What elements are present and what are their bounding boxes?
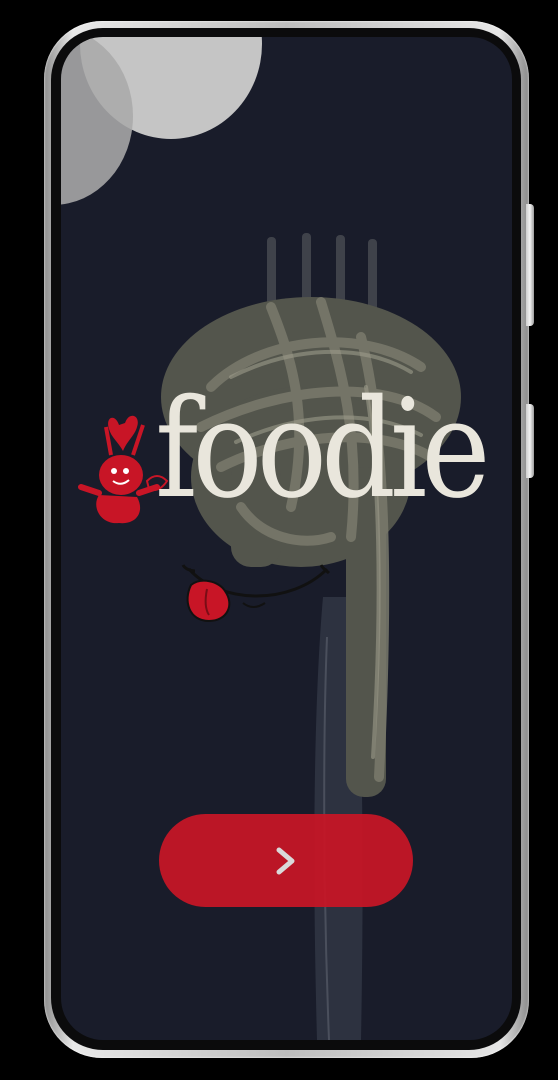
power-button bbox=[526, 204, 534, 326]
brand-logo-text: foodie bbox=[155, 371, 491, 529]
splash-screen: foodie bbox=[61, 37, 512, 1040]
next-button[interactable] bbox=[159, 814, 413, 907]
volume-button bbox=[526, 404, 534, 478]
chevron-right-icon bbox=[276, 847, 295, 874]
tongue-smile-icon bbox=[181, 564, 331, 623]
